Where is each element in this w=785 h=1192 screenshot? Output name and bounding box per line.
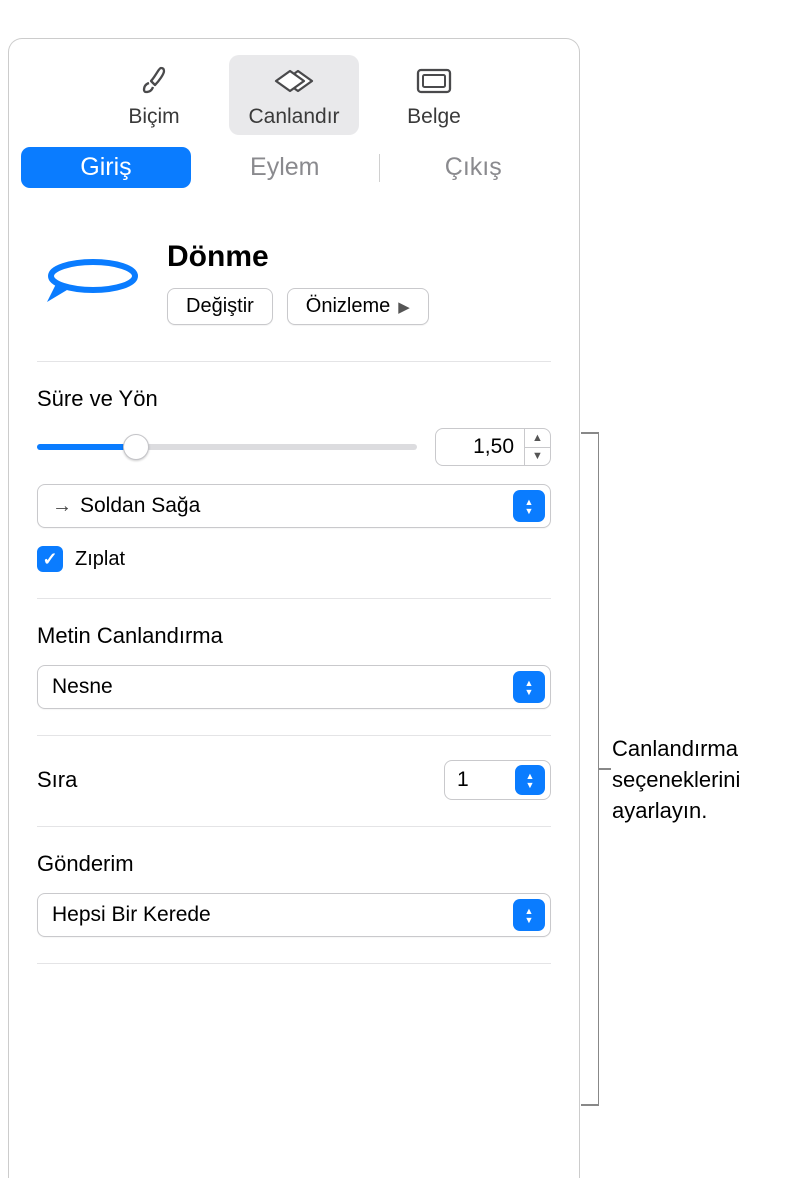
inspector-panel: Biçim Canlandır Belge Giriş Eylem — [8, 38, 580, 1178]
order-section: Sıra 1 ▲▼ — [37, 736, 551, 827]
text-animation-value: Nesne — [52, 675, 113, 699]
tab-animate-label: Canlandır — [229, 105, 359, 129]
callout-bracket-side — [581, 432, 599, 1104]
arrow-right-icon: → — [52, 495, 72, 518]
tab-build-in[interactable]: Giriş — [21, 147, 191, 188]
brush-icon — [89, 61, 219, 101]
delivery-label: Gönderim — [37, 851, 551, 877]
callout-text: Canlandırma seçeneklerini ayarlayın. — [612, 734, 780, 826]
tab-animate[interactable]: Canlandır — [229, 55, 359, 135]
preview-button-label: Önizleme — [306, 295, 390, 318]
change-button-label: Değiştir — [186, 295, 254, 318]
delivery-popup[interactable]: Hepsi Bir Kerede ▲▼ — [37, 893, 551, 937]
text-animation-popup[interactable]: Nesne ▲▼ — [37, 665, 551, 709]
duration-label: Süre ve Yön — [37, 386, 551, 412]
tab-action[interactable]: Eylem — [191, 147, 379, 188]
duration-slider[interactable] — [37, 437, 417, 457]
preview-button[interactable]: Önizleme ▶ — [287, 288, 429, 325]
change-button[interactable]: Değiştir — [167, 288, 273, 325]
tab-format[interactable]: Biçim — [89, 55, 219, 135]
popup-indicator-icon: ▲▼ — [515, 765, 545, 795]
popup-indicator-icon: ▲▼ — [513, 490, 545, 522]
bounce-label: Zıplat — [75, 548, 125, 571]
text-animation-label: Metin Canlandırma — [37, 623, 551, 649]
delivery-section: Gönderim Hepsi Bir Kerede ▲▼ — [37, 827, 551, 964]
tab-format-label: Biçim — [89, 105, 219, 129]
duration-value: 1,50 — [436, 429, 524, 465]
tab-document-label: Belge — [369, 105, 499, 129]
bounce-checkbox[interactable]: ✓ — [37, 546, 63, 572]
callout-bracket-bottom — [581, 1104, 599, 1106]
tab-build-out[interactable]: Çıkış — [380, 147, 568, 188]
popup-indicator-icon: ▲▼ — [513, 671, 545, 703]
tab-document[interactable]: Belge — [369, 55, 499, 135]
order-label: Sıra — [37, 767, 77, 793]
delivery-value: Hepsi Bir Kerede — [52, 903, 211, 927]
effect-header: Dönme Değiştir Önizleme ▶ — [37, 204, 551, 362]
duration-field[interactable]: 1,50 ▲ ▼ — [435, 428, 551, 466]
order-popup[interactable]: 1 ▲▼ — [444, 760, 551, 800]
duration-stepper[interactable]: ▲ ▼ — [524, 429, 550, 465]
diamond-stack-icon — [229, 61, 359, 101]
order-value: 1 — [445, 768, 515, 792]
direction-value: Soldan Sağa — [80, 494, 200, 518]
duration-section: Süre ve Yön 1,50 ▲ ▼ → So — [37, 362, 551, 599]
direction-popup[interactable]: → Soldan Sağa ▲▼ — [37, 484, 551, 528]
popup-indicator-icon: ▲▼ — [513, 899, 545, 931]
spin-effect-icon — [37, 242, 149, 324]
callout-pointer — [599, 768, 611, 770]
effect-title: Dönme — [167, 240, 551, 274]
play-icon: ▶ — [398, 298, 410, 316]
text-animation-section: Metin Canlandırma Nesne ▲▼ — [37, 599, 551, 736]
chevron-up-icon[interactable]: ▲ — [525, 429, 550, 448]
inspector-top-tabs: Biçim Canlandır Belge — [9, 39, 579, 143]
document-icon — [369, 61, 499, 101]
chevron-down-icon[interactable]: ▼ — [525, 448, 550, 466]
animate-sub-tabs: Giriş Eylem Çıkış — [9, 143, 579, 204]
